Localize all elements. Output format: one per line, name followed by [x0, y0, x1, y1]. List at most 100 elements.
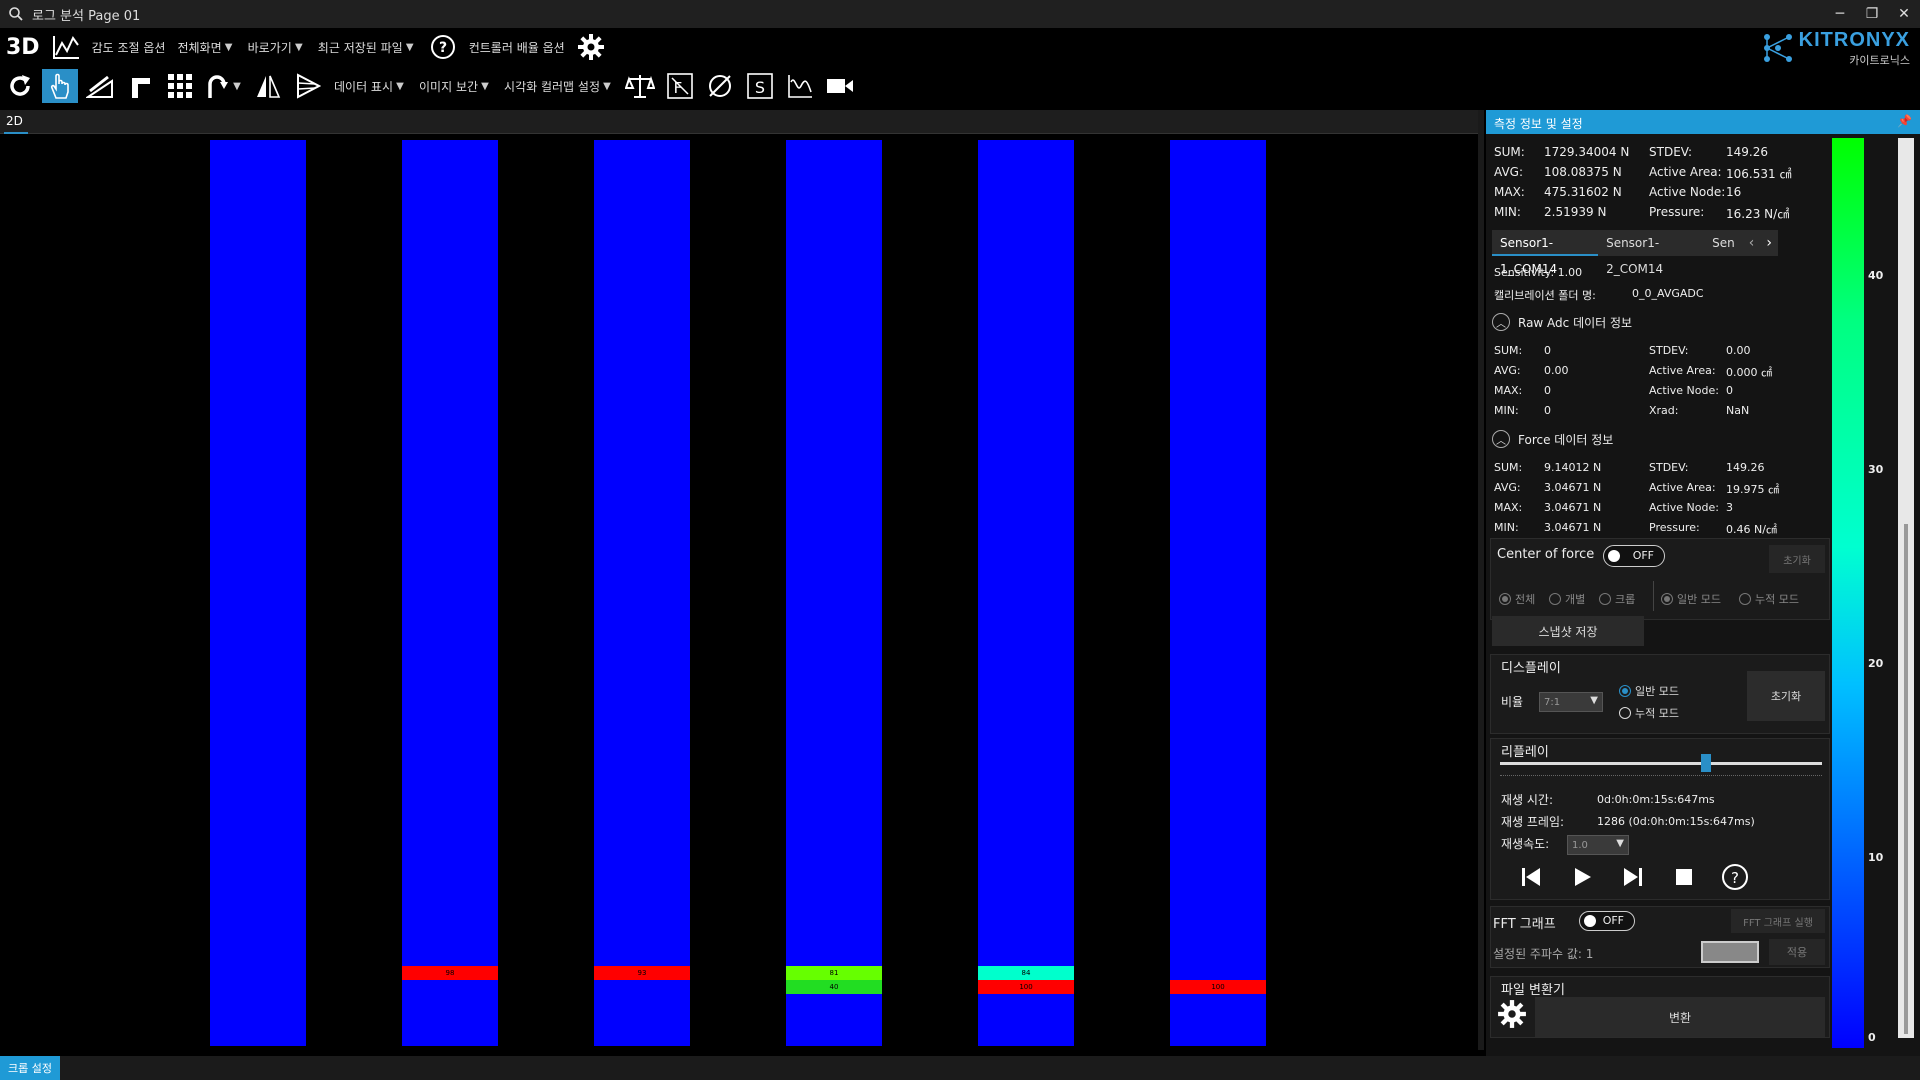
view-scrollbar[interactable] [1478, 110, 1484, 1050]
play-button[interactable] [1567, 862, 1597, 892]
calibration-label: 캘리브레이션 폴더 명: [1494, 289, 1596, 302]
radio-accum-mode[interactable]: 누적 모드 [1739, 591, 1799, 607]
ratio-select[interactable]: 7:1 ▼ [1539, 692, 1603, 712]
interpolation-button[interactable]: 이미지 보간 ▼ [413, 66, 498, 106]
chevron-up-icon[interactable]: ︿ [1492, 430, 1510, 448]
stat-avg: 108.08375 N [1544, 165, 1622, 179]
crop-icon [132, 78, 150, 98]
touch-select-button[interactable] [42, 69, 78, 103]
raw-adc-section-header[interactable]: ︿ Raw Adc 데이터 정보 [1492, 313, 1632, 331]
converter-settings-button[interactable] [1497, 999, 1527, 1029]
chevron-down-icon[interactable]: ▼ [600, 81, 614, 92]
fft-apply-button[interactable]: 적용 [1769, 939, 1825, 965]
settings-button[interactable] [573, 30, 609, 64]
fft-toggle[interactable]: OFF [1579, 911, 1635, 931]
force-min: 3.04671 N [1544, 521, 1602, 534]
tab-2d[interactable]: 2D [6, 114, 23, 128]
fft-run-button[interactable]: FFT 그래프 실행 [1731, 909, 1825, 933]
toggle-label: OFF [1602, 914, 1624, 927]
chevron-down-icon[interactable]: ▼ [403, 42, 417, 53]
force-section-header[interactable]: ︿ Force 데이터 정보 [1492, 430, 1613, 448]
radio-crop[interactable]: 크롭 [1599, 591, 1635, 607]
scale-button[interactable] [622, 69, 658, 103]
skip-forward-button[interactable] [1618, 862, 1648, 892]
scale-label-40: 40 [1868, 269, 1884, 282]
toolbar-tools: ▼ 데이터 표시 ▼ 이미지 보간 ▼ 시각화 컬러맵 설정 ▼ F S [0, 66, 1920, 106]
pin-icon[interactable]: 📌 [1897, 114, 1912, 128]
radio-normal-mode[interactable]: 일반 모드 [1661, 591, 1721, 607]
radio-all[interactable]: 전체 [1499, 591, 1535, 607]
divider [1653, 581, 1654, 611]
display-reset-button[interactable]: 초기화 [1747, 671, 1825, 721]
color-scale-scrollbar[interactable] [1898, 138, 1914, 1038]
sum-button[interactable]: S [742, 69, 778, 103]
chevron-down-icon[interactable]: ▼ [292, 42, 306, 53]
force-vector-icon: F [667, 73, 693, 99]
data-display-button[interactable]: 데이터 표시 ▼ [328, 66, 413, 106]
pressure-map-2d[interactable]: 98 93 81 40 84 100 100 [0, 136, 1472, 1047]
refresh-button[interactable] [2, 69, 38, 103]
recent-files-button[interactable]: 최근 저장된 파일 ▼ [312, 28, 423, 66]
chevron-down-icon[interactable]: ▼ [393, 81, 407, 92]
tab-sensor-1-1[interactable]: Sensor1-1_COM14 [1492, 230, 1599, 276]
fullscreen-label: 전체화면 [177, 40, 222, 55]
center-button[interactable] [702, 69, 738, 103]
shortcut-button[interactable]: 바로가기 ▼ [242, 28, 312, 66]
perspective-button[interactable] [290, 69, 326, 103]
display-normal-radio[interactable]: 일반 모드 [1619, 683, 1679, 699]
wave-graph-icon [788, 75, 812, 98]
chevron-up-icon[interactable]: ︿ [1492, 313, 1510, 331]
help-button[interactable]: ? [425, 30, 461, 64]
snapshot-save-button[interactable]: 스냅샷 저장 [1492, 616, 1644, 646]
tab-sensor-more[interactable]: Sen [1704, 230, 1743, 256]
close-icon[interactable]: ✕ [1888, 0, 1920, 28]
stat-label: AVG: [1494, 165, 1523, 179]
record-button[interactable] [822, 69, 858, 103]
tab-sensor-1-2[interactable]: Sensor1-2_COM14 [1598, 230, 1704, 276]
cof-label: Center of force [1497, 547, 1595, 562]
grid-button[interactable] [162, 69, 198, 103]
sensitivity-option-button[interactable]: 감도 조절 옵션 [86, 28, 172, 66]
sensor-column: 81 40 [786, 140, 882, 1046]
cof-toggle[interactable]: OFF [1603, 545, 1665, 567]
stat-label: AVG: [1494, 481, 1521, 494]
flip-button[interactable] [250, 69, 286, 103]
stat-label: Active Area: [1649, 481, 1716, 494]
play-speed-select[interactable]: 1.0 ▼ [1567, 835, 1629, 855]
chevron-right-icon[interactable]: › [1760, 235, 1778, 251]
restore-icon[interactable]: ❐ [1856, 0, 1888, 28]
replay-slider-thumb[interactable] [1701, 754, 1712, 772]
fullscreen-button[interactable]: 전체화면 ▼ [171, 28, 241, 66]
stat-label: Xrad: [1649, 404, 1679, 417]
replay-slider-track[interactable] [1500, 762, 1822, 765]
convert-button[interactable]: 변환 [1535, 997, 1825, 1037]
data-display-label: 데이터 표시 [334, 79, 394, 94]
fft-button[interactable] [782, 69, 818, 103]
minimize-icon[interactable]: ─ [1824, 0, 1856, 28]
replay-help-button[interactable]: ? [1720, 862, 1750, 892]
stat-label: MAX: [1494, 185, 1525, 199]
colormap-button[interactable]: 시각화 컬러맵 설정 ▼ [498, 66, 620, 106]
chevron-left-icon[interactable]: ‹ [1743, 235, 1761, 251]
graph-button[interactable] [48, 30, 84, 64]
fft-frequency-input[interactable] [1701, 941, 1759, 963]
chevron-down-icon[interactable]: ▼ [222, 42, 236, 53]
crop-button[interactable] [122, 69, 158, 103]
radio-individual[interactable]: 개별 [1549, 591, 1585, 607]
force-vector-button[interactable]: F [662, 69, 698, 103]
video-camera-icon [826, 79, 853, 93]
cof-reset-button[interactable]: 초기화 [1769, 545, 1825, 573]
skip-back-button[interactable] [1516, 862, 1546, 892]
controller-scale-option-button[interactable]: 컨트롤러 배율 옵션 [463, 28, 571, 66]
chevron-down-icon[interactable]: ▼ [230, 81, 244, 92]
rotate-button[interactable]: ▼ [202, 69, 246, 103]
display-accum-radio[interactable]: 누적 모드 [1619, 705, 1679, 721]
stop-button[interactable] [1669, 862, 1699, 892]
crop-settings-button[interactable]: 크롭 설정 [0, 1056, 60, 1080]
sensor-column: 100 [1170, 140, 1266, 1046]
sensor-column: 84 100 [978, 140, 1074, 1046]
chevron-down-icon[interactable]: ▼ [478, 81, 492, 92]
view-3d-button[interactable]: 3D [2, 30, 44, 64]
measure-button[interactable] [82, 69, 118, 103]
scrollbar-thumb[interactable] [1904, 524, 1908, 1034]
